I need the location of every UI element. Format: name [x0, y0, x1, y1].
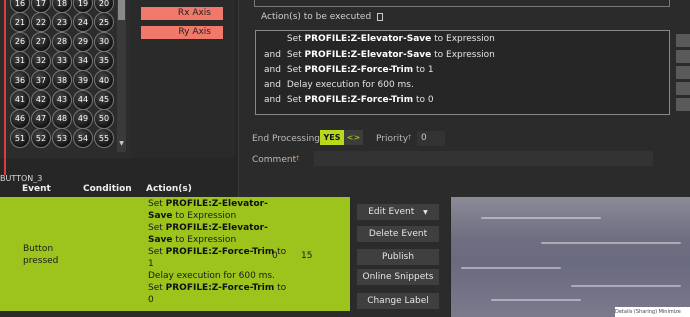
- actions-list[interactable]: Set PROFILE:Z-Elevator-Save to Expressio…: [255, 30, 670, 115]
- grid-button[interactable]: 46: [10, 108, 30, 129]
- grid-button[interactable]: 48: [52, 108, 72, 129]
- action-line: and Set PROFILE:Z-Force-Trim to 0: [264, 95, 434, 105]
- table-footer: [0, 311, 350, 317]
- axis-bar-ry[interactable]: Ry Axis: [141, 26, 223, 39]
- grid-button[interactable]: 41: [10, 89, 30, 110]
- comment-input[interactable]: [314, 151, 653, 166]
- edit-action-button[interactable]: [676, 98, 690, 111]
- priority-label: Priority†: [376, 134, 412, 144]
- grid-button[interactable]: 47: [31, 108, 51, 129]
- grid-button[interactable]: 52: [31, 128, 51, 149]
- grid-button[interactable]: 45: [94, 89, 114, 110]
- column-header-condition[interactable]: Condition: [83, 184, 132, 194]
- grid-button[interactable]: 27: [31, 31, 51, 52]
- scroll-down-icon[interactable]: ▼: [117, 140, 126, 150]
- count-cell: 15: [301, 251, 313, 261]
- action-line: and Set PROFILE:Z-Force-Trim to 1: [264, 65, 434, 75]
- grid-button[interactable]: 53: [52, 128, 72, 149]
- grid-scrollbar[interactable]: [117, 0, 126, 152]
- app-window: 16 17 18 19 20 21 22 23 24 25 26 27 28 29 30 31 32 33 34 35…: [0, 0, 690, 317]
- clipboard-icon[interactable]: [377, 12, 384, 21]
- grid-button[interactable]: 35: [94, 50, 114, 71]
- end-processing-label: End Processing†: [252, 134, 323, 144]
- grid-button[interactable]: 31: [10, 50, 30, 71]
- grid-button[interactable]: 44: [73, 89, 93, 110]
- end-processing-toggle-button[interactable]: <>: [344, 130, 363, 145]
- priority-cell: 0: [272, 251, 278, 261]
- grid-button[interactable]: 50: [94, 108, 114, 129]
- grid-button[interactable]: 28: [52, 31, 72, 52]
- grid-button[interactable]: 42: [31, 89, 51, 110]
- condition-box[interactable]: [254, 0, 670, 7]
- grid-button[interactable]: 26: [10, 31, 30, 52]
- image-caption: Details (Sharing) Minimize: [615, 307, 690, 317]
- background-image: [451, 197, 690, 317]
- grid-button[interactable]: 54: [73, 128, 93, 149]
- axis-bar-rx[interactable]: Rx Axis: [141, 7, 223, 20]
- comment-label: Comment†: [252, 155, 300, 165]
- grid-button[interactable]: 51: [10, 128, 30, 149]
- grid-button[interactable]: 34: [73, 50, 93, 71]
- change-label-button[interactable]: Change Label: [357, 293, 439, 309]
- action-line: Set PROFILE:Z-Elevator-Save to Expressio…: [286, 34, 495, 44]
- actions-label: Action(s) to be executed: [261, 12, 384, 22]
- grid-button[interactable]: 32: [31, 50, 51, 71]
- end-processing-yes-button[interactable]: YES: [320, 130, 344, 145]
- column-header-actions[interactable]: Action(s): [146, 184, 192, 194]
- event-cell: Button pressed: [23, 244, 59, 266]
- grid-button[interactable]: 30: [94, 31, 114, 52]
- action-line: and Set PROFILE:Z-Elevator-Save to Expre…: [264, 50, 495, 60]
- axes-panel: [130, 0, 235, 158]
- online-snippets-button[interactable]: Online Snippets: [357, 269, 439, 285]
- move-down-button[interactable]: [676, 50, 690, 63]
- delete-event-button[interactable]: Delete Event: [357, 226, 439, 242]
- add-action-button[interactable]: [676, 66, 690, 79]
- chevron-down-icon: ▼: [423, 209, 428, 216]
- grid-button[interactable]: 55: [94, 128, 114, 149]
- grid-button[interactable]: 49: [73, 108, 93, 129]
- priority-input[interactable]: 0: [417, 131, 445, 146]
- grid-button[interactable]: 29: [73, 31, 93, 52]
- move-up-button[interactable]: [676, 34, 690, 47]
- actions-label-text: Action(s) to be executed: [261, 12, 372, 22]
- edit-event-button[interactable]: Edit Event ▼: [357, 204, 439, 220]
- grid-button[interactable]: 43: [52, 89, 72, 110]
- selection-marker-line: [4, 0, 6, 175]
- grid-scrollbar-thumb[interactable]: [118, 0, 125, 20]
- action-line: and Delay execution for 600 ms.: [264, 80, 414, 90]
- publish-button[interactable]: Publish: [357, 249, 439, 265]
- grid-button[interactable]: 33: [52, 50, 72, 71]
- column-header-event[interactable]: Event: [22, 184, 51, 194]
- remove-action-button[interactable]: [676, 82, 690, 95]
- section-label: BUTTON_3: [0, 174, 43, 183]
- actions-cell: Set PROFILE:Z-Elevator- Save to Expressi…: [148, 199, 287, 305]
